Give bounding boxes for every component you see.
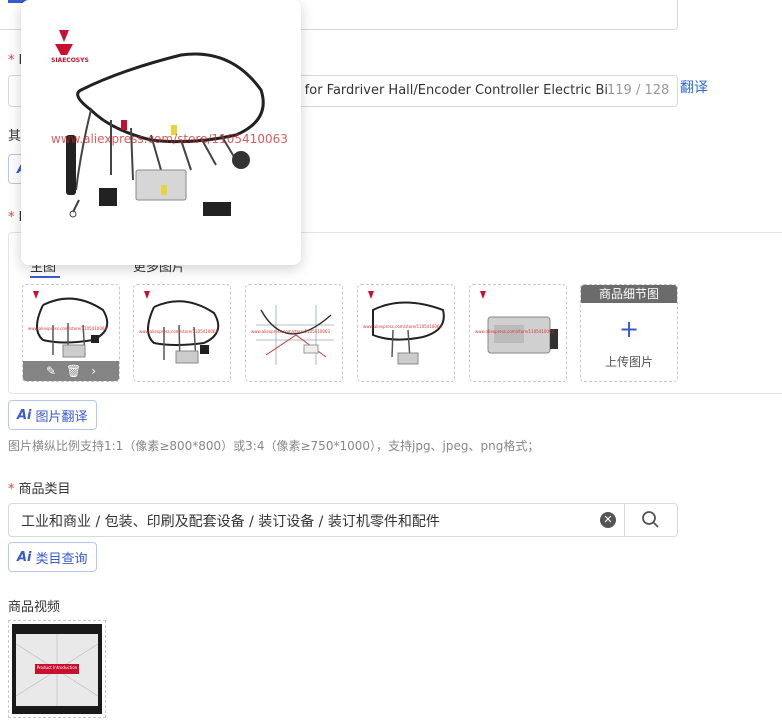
required-mark-2: * [8,210,15,225]
search-icon [642,511,659,528]
edit-icon[interactable]: ✎ [46,364,56,378]
thumbnail-toolbar: ✎ 🗑 › [23,361,119,381]
upload-label: 上传图片 [604,355,653,369]
plus-icon: + [618,315,640,343]
ai-icon: Ai [17,549,32,565]
popup-watermark: www.aliexpress.com/store/1105410063 [51,132,288,146]
image-translate-button[interactable]: Ai 图片翻译 [8,400,97,430]
tab-active-underline [30,276,60,278]
wiring-diagram-image: www.aliexpress.com/store/1105410063 [251,305,334,365]
video-title-text: Product Introduction [36,665,78,670]
image-format-hint: 图片横纵比例支持1:1（像素≥800*800）或3:4（像素≥750*1000）… [8,439,540,453]
thumb-watermark: www.aliexpress.com/store/1105410063 [139,329,218,334]
detail-image-header: 商品细节图 [581,285,677,303]
required-mark: * [8,53,15,68]
category-query-button[interactable]: Ai 类目查询 [8,542,97,572]
thumbnail-2[interactable]: www.aliexpress.com/store/1105410063 [133,284,231,382]
delete-icon[interactable]: 🗑 [66,364,81,378]
thumb-watermark: www.aliexpress.com/store/1105410063 [475,329,554,334]
thumb-watermark: www.aliexpress.com/store/1105410063 [28,326,107,331]
category-value: 工业和商业 / 包装、印刷及配套设备 / 装订设备 / 装订机零件和配件 [21,514,440,530]
thumbnail-5[interactable]: www.aliexpress.com/store/1105410063 [469,284,567,382]
title-input-value: ss for Fardriver Hall/Encoder Controller… [287,83,607,98]
translate-link[interactable]: 翻译 [680,77,708,97]
harness-image: www.aliexpress.com/store/1105410063 [363,291,445,365]
other-label: 其 [8,129,22,144]
thumb-watermark: www.aliexpress.com/store/1105410063 [363,324,442,329]
thumbnail-4[interactable]: www.aliexpress.com/store/1105410063 [357,284,455,382]
clear-icon[interactable]: ✕ [600,512,616,528]
video-thumbnail[interactable]: Product Introduction [8,620,106,718]
required-mark-3: * [8,482,15,497]
controller-image: www.aliexpress.com/store/1105410063 [475,291,558,354]
title-char-counter: 119 / 128 [607,83,670,98]
image-preview-popup: SIAECOSYS www.aliexpress.com/store/11054… [21,0,301,265]
ai-icon: Ai [17,407,32,423]
brand-logo-text: SIAECOSYS [51,57,89,64]
category-query-label: 类目查询 [35,551,88,567]
harness-image: www.aliexpress.com/store/1105410063 [139,291,220,364]
category-label: * 商品类目 [8,478,71,497]
video-label: 商品视频 [8,600,61,615]
chevron-right-icon[interactable]: › [91,364,96,378]
thumbnail-3[interactable]: www.aliexpress.com/store/1105410063 [245,284,343,382]
thumbnail-1[interactable]: www.aliexpress.com/store/1105410063 ✎ 🗑 … [22,284,120,382]
detail-image-upload[interactable]: 商品细节图 + 上传图片 [580,284,678,382]
image-translate-label: 图片翻译 [35,409,88,425]
category-label-text: 商品类目 [18,482,71,497]
category-search-button[interactable] [624,503,678,537]
thumb-watermark: www.aliexpress.com/store/1105410063 [251,329,330,334]
